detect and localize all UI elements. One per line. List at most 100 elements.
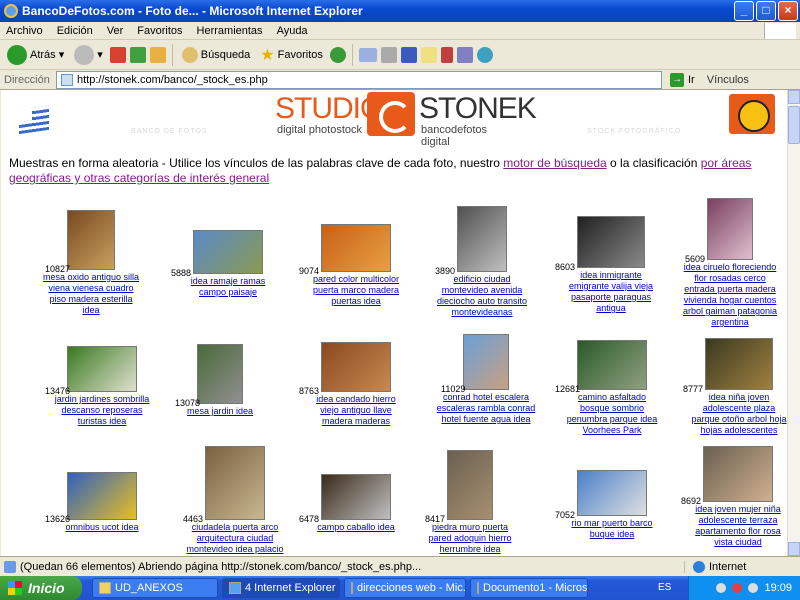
keyword-links[interactable]: idea joven mujer niña adolescente terraz… bbox=[695, 504, 781, 547]
go-arrow-icon: → bbox=[670, 72, 684, 87]
print-icon[interactable] bbox=[380, 46, 397, 63]
minimize-button[interactable]: _ bbox=[734, 1, 754, 21]
keyword-links[interactable]: idea ramaje ramas campo paisaje bbox=[191, 276, 266, 297]
stock-photo-thumbnail[interactable] bbox=[577, 340, 647, 390]
keyword-links[interactable]: camino asfaltado bosque sombrio penumbra… bbox=[567, 392, 658, 435]
folder-icon bbox=[99, 582, 111, 594]
keyword-links[interactable]: mesa oxido antiguo silla viena vienesa c… bbox=[43, 272, 139, 315]
photo-keywords: mesa jardin idea bbox=[170, 406, 270, 417]
menu-ayuda[interactable]: Ayuda bbox=[277, 25, 308, 37]
mail-icon[interactable] bbox=[358, 47, 377, 62]
uruguay-flag-icon bbox=[19, 105, 49, 135]
stock-photo-thumbnail[interactable] bbox=[197, 344, 243, 404]
back-arrow-icon bbox=[7, 44, 27, 65]
search-engine-link[interactable]: motor de búsqueda bbox=[503, 156, 606, 170]
history-icon[interactable] bbox=[329, 46, 346, 63]
stock-photo-thumbnail[interactable] bbox=[321, 474, 391, 520]
forward-button[interactable]: ▾ bbox=[71, 42, 106, 68]
menu-bar: Archivo Edición Ver Favoritos Herramient… bbox=[0, 22, 800, 40]
vertical-scrollbar[interactable] bbox=[787, 90, 800, 556]
keyword-links[interactable]: pared color multicolor puerta marco made… bbox=[313, 274, 399, 306]
logo-mark-icon bbox=[367, 92, 415, 136]
stop-icon[interactable] bbox=[109, 46, 126, 63]
stock-photo-thumbnail[interactable] bbox=[703, 446, 773, 502]
menu-herramientas[interactable]: Herramientas bbox=[197, 25, 263, 37]
task-internet-explorer[interactable]: 4 Internet Explorer bbox=[222, 578, 340, 598]
task-ud-anexos[interactable]: UD_ANEXOS bbox=[92, 578, 218, 598]
stock-photo-thumbnail[interactable] bbox=[707, 198, 753, 260]
keyword-links[interactable]: jardin jardines sombrilla descanso repos… bbox=[55, 394, 150, 426]
antivirus-icon[interactable] bbox=[732, 583, 743, 593]
menu-edicion[interactable]: Edición bbox=[57, 25, 93, 37]
photo-keywords: omnibus ucot idea bbox=[52, 522, 152, 533]
stock-photo-thumbnail[interactable] bbox=[457, 206, 507, 272]
keyword-links[interactable]: idea ciruelo floreciendo flor rosadas ce… bbox=[683, 262, 777, 327]
stock-photo-thumbnail[interactable] bbox=[705, 338, 773, 390]
word-icon bbox=[477, 582, 479, 594]
home-icon[interactable] bbox=[149, 46, 166, 63]
stock-photo-thumbnail[interactable] bbox=[321, 342, 391, 392]
title-bar: BancoDeFotos.com - Foto de... - Microsof… bbox=[0, 0, 800, 22]
photo-keywords: conrad hotel escalera escaleras rambla c… bbox=[436, 392, 536, 425]
system-tray: 19:09 bbox=[688, 576, 800, 600]
network-icon[interactable] bbox=[716, 583, 727, 593]
task-documento1[interactable]: Documento1 - Micros... bbox=[470, 578, 588, 598]
stock-photo-thumbnail[interactable] bbox=[67, 346, 137, 392]
research-icon[interactable] bbox=[456, 46, 473, 63]
watermark-left: BANCO DE FOTOS bbox=[131, 128, 208, 135]
loading-page-icon bbox=[4, 560, 16, 573]
keyword-links[interactable]: rio mar puerto barco buque idea bbox=[571, 518, 652, 539]
people-icon[interactable] bbox=[476, 46, 493, 63]
start-button[interactable]: Inicio bbox=[0, 576, 82, 600]
keyword-links[interactable]: conrad hotel escalera escaleras rambla c… bbox=[437, 392, 536, 424]
address-input[interactable]: http://stonek.com/banco/_stock_es.php bbox=[56, 70, 662, 89]
stock-photo-thumbnail[interactable] bbox=[193, 230, 263, 274]
photo-keywords: idea candado hierro viejo antiguo llave … bbox=[306, 394, 406, 427]
search-button[interactable]: Búsqueda bbox=[179, 42, 254, 68]
keyword-links[interactable]: ciudadela puerta arco arquitectura ciuda… bbox=[186, 522, 283, 556]
window-title: BancoDeFotos.com - Foto de... - Microsof… bbox=[22, 4, 363, 18]
stock-photo-thumbnail[interactable] bbox=[205, 446, 265, 520]
messenger-icon[interactable] bbox=[440, 46, 453, 63]
stock-photo-thumbnail[interactable] bbox=[577, 216, 645, 268]
links-button[interactable]: Vínculos bbox=[707, 74, 749, 86]
menu-favoritos[interactable]: Favoritos bbox=[137, 25, 182, 37]
refresh-icon[interactable] bbox=[129, 46, 146, 63]
globe-icon bbox=[693, 560, 705, 573]
keyword-links[interactable]: mesa jardin idea bbox=[187, 406, 253, 416]
edit-word-icon[interactable] bbox=[400, 46, 417, 63]
close-button[interactable]: × bbox=[778, 1, 798, 21]
photo-keywords: piedra muro puerta pared adoquin hierro … bbox=[420, 522, 520, 555]
favorites-button[interactable]: ★ Favoritos bbox=[257, 42, 326, 68]
keyword-links[interactable]: edificio ciudad montevideo avenida dieci… bbox=[437, 274, 527, 317]
stock-photo-thumbnail[interactable] bbox=[321, 224, 391, 272]
scroll-down-button[interactable] bbox=[788, 542, 800, 556]
menu-ver[interactable]: Ver bbox=[107, 25, 124, 37]
keyword-links[interactable]: idea inmigrante emigrante valija vieja p… bbox=[569, 270, 653, 313]
stock-photo-thumbnail[interactable] bbox=[447, 450, 493, 520]
keyword-links[interactable]: omnibus ucot idea bbox=[65, 522, 138, 532]
keyword-links[interactable]: piedra muro puerta pared adoquin hierro … bbox=[428, 522, 511, 554]
scroll-thumb[interactable] bbox=[788, 106, 800, 144]
stock-photo-thumbnail[interactable] bbox=[67, 472, 137, 520]
stock-photo-thumbnail[interactable] bbox=[67, 210, 115, 270]
stock-photo-thumbnail[interactable] bbox=[577, 470, 647, 516]
maximize-button[interactable]: □ bbox=[756, 1, 776, 21]
intro-text: Muestras en forma aleatoria - Utilice lo… bbox=[9, 156, 752, 185]
go-button[interactable]: → Ir bbox=[670, 72, 695, 87]
stonek-badge-icon bbox=[729, 94, 775, 134]
windows-logo-icon bbox=[764, 23, 796, 39]
task-direcciones-web[interactable]: direcciones web - Mic... bbox=[344, 578, 466, 598]
back-button[interactable]: Atrás ▾ bbox=[4, 42, 67, 68]
discuss-icon[interactable] bbox=[420, 46, 437, 63]
scroll-up-button[interactable] bbox=[788, 90, 800, 104]
keyword-links[interactable]: campo caballo idea bbox=[317, 522, 395, 532]
keyword-links[interactable]: idea niña joven adolescente plaza parque… bbox=[691, 392, 786, 435]
volume-icon[interactable] bbox=[748, 583, 759, 593]
language-indicator[interactable]: ES bbox=[658, 582, 671, 593]
stock-photo-thumbnail[interactable] bbox=[463, 334, 509, 390]
photo-keywords: rio mar puerto barco buque idea bbox=[562, 518, 662, 540]
taskbar: Inicio UD_ANEXOS 4 Internet Explorer dir… bbox=[0, 576, 800, 600]
keyword-links[interactable]: idea candado hierro viejo antiguo llave … bbox=[316, 394, 396, 426]
menu-archivo[interactable]: Archivo bbox=[6, 25, 43, 37]
